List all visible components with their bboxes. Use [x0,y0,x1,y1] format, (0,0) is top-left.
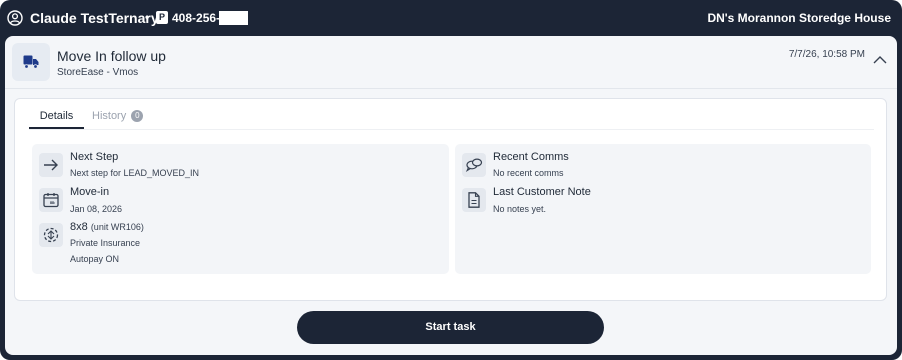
recent-comms-value: No recent comms [493,168,564,178]
separator-dot: • [145,10,150,24]
start-task-button[interactable]: Start task [297,311,604,344]
chat-bubbles-icon [465,158,483,173]
recent-comms-title: Recent Comms [493,151,569,163]
details-panel: Details History 0 Next Step Next step fo… [14,98,887,301]
redacted-phone-digits [219,11,248,25]
unit-size: 8x8 (unit WR106) [70,221,144,233]
chevron-up-icon[interactable] [873,56,887,64]
task-timestamp: 7/7/26, 10:58 PM [788,49,865,60]
next-step-title: Next Step [70,151,119,163]
customer-note-title: Last Customer Note [493,186,591,198]
customer-note-value: No notes yet. [493,204,547,214]
unit-size-value: 8x8 [70,221,88,233]
task-source: StoreEase - Vmos [57,67,139,78]
document-icon [468,192,480,208]
customer-name[interactable]: Claude TestTernary [30,10,159,26]
tab-divider [29,129,874,130]
tab-history-label: History [92,110,127,122]
user-circle-icon [7,10,23,26]
details-right-column: Recent Comms No recent comms Last Custom… [455,144,871,274]
phone-badge-icon: P [156,11,168,24]
move-in-icon-box [39,188,63,212]
customer-note-icon-box [462,188,486,212]
next-step-value: Next step for LEAD_MOVED_IN [70,168,200,178]
task-type-icon-box [12,43,50,81]
unit-size-icon [43,227,59,243]
unit-insurance: Private Insurance [70,238,141,248]
next-step-icon-box [39,153,63,177]
arrow-right-icon [44,159,58,171]
task-header[interactable]: Move In follow up StoreEase - Vmos 7/7/2… [5,36,897,88]
task-card-frame: Claude TestTernary • P 408-256- DN's Mor… [0,0,902,360]
recent-comms-icon-box [462,153,486,177]
tab-history[interactable]: History 0 [92,109,144,123]
calendar-icon [43,193,59,208]
customer-phone[interactable]: 408-256- [172,11,220,25]
header-divider [5,88,897,89]
unit-number: (unit WR106) [90,222,144,232]
truck-icon [23,55,39,69]
details-left-column: Next Step Next step for LEAD_MOVED_IN Mo… [32,144,449,274]
task-card: Move In follow up StoreEase - Vmos 7/7/2… [5,36,897,355]
move-in-date: Jan 08, 2026 [70,204,123,214]
unit-autopay: Autopay ON [70,254,120,264]
customer-header: Claude TestTernary • P 408-256- DN's Mor… [0,0,902,36]
task-title: Move In follow up [57,48,166,64]
unit-icon-box [39,223,63,247]
tab-details[interactable]: Details [29,109,84,129]
facility-name: DN's Morannon Storedge House [707,11,891,25]
history-count-badge: 0 [131,110,144,122]
move-in-title: Move-in [70,186,110,198]
